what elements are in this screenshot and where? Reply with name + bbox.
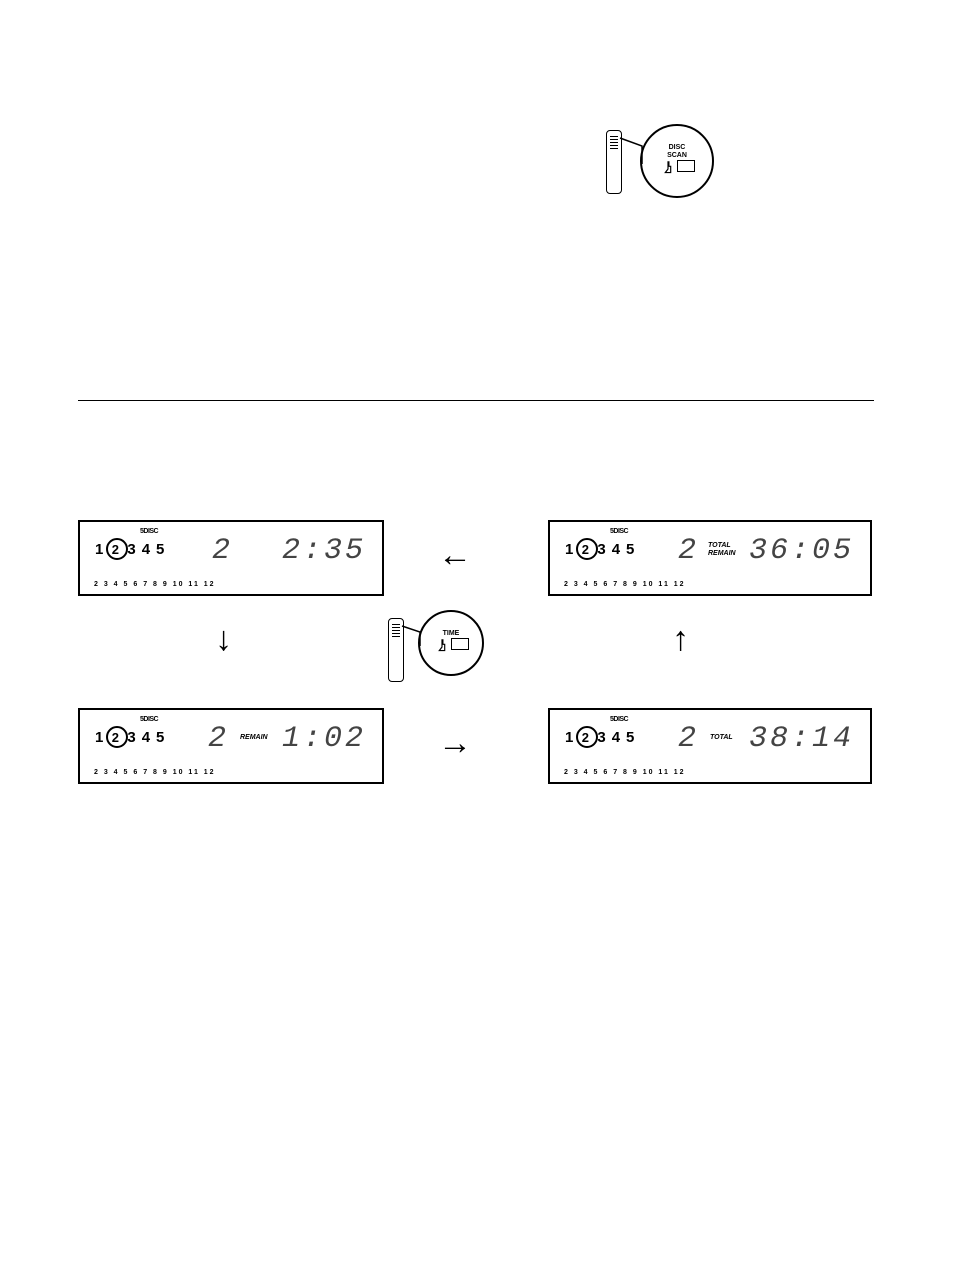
disc-numbers: 1 2 3 4 5 <box>94 726 169 748</box>
divider <box>78 400 874 401</box>
time-label: TIME <box>443 630 460 638</box>
total-remain-time: 36:05 <box>749 534 854 568</box>
elapsed-time: 2:35 <box>282 534 366 568</box>
mode-total: TOTAL <box>710 734 733 742</box>
callout-line-icon <box>618 136 648 166</box>
active-disc: 2 <box>106 538 128 560</box>
total-time: 38:14 <box>749 722 854 756</box>
track-number: 2 <box>212 534 232 568</box>
five-disc-label: 5DISC <box>140 716 158 723</box>
track-number: 2 <box>678 534 698 568</box>
mode-total-remain: TOTAL REMAIN <box>708 542 736 558</box>
disc-numbers: 1 2 3 4 5 <box>94 538 169 560</box>
active-disc: 2 <box>576 726 598 748</box>
callout-line-icon <box>400 624 426 650</box>
five-disc-label: 5DISC <box>140 528 158 535</box>
disc-scan-button[interactable]: DISC SCAN <box>640 124 714 198</box>
track-number: 2 <box>678 722 698 756</box>
active-disc: 2 <box>576 538 598 560</box>
track-number: 2 <box>208 722 228 756</box>
lcd-elapsed: 5DISC 1 2 3 4 5 2 2:35 2 3 4 5 6 7 8 9 1… <box>78 520 384 596</box>
active-disc: 2 <box>106 726 128 748</box>
five-disc-label: 5DISC <box>610 528 628 535</box>
remain-time: 1:02 <box>282 722 366 756</box>
lcd-total: 5DISC 1 2 3 4 5 2 TOTAL 38:14 2 3 4 5 6 … <box>548 708 872 784</box>
button-rect-icon <box>677 160 695 172</box>
track-list: 2 3 4 5 6 7 8 9 10 11 12 <box>564 581 686 588</box>
arrow-down-icon: ↓ <box>215 622 232 656</box>
five-disc-label: 5DISC <box>610 716 628 723</box>
remote-disc-scan: DISC SCAN <box>606 130 622 194</box>
arrow-left-icon: ← <box>438 538 472 572</box>
button-rect-icon <box>451 638 469 650</box>
disc-numbers: 1 2 3 4 5 <box>564 726 639 748</box>
hand-icon <box>433 638 451 656</box>
disc-scan-label: DISC SCAN <box>667 144 687 160</box>
remote-time: TIME <box>388 618 404 682</box>
track-list: 2 3 4 5 6 7 8 9 10 11 12 <box>94 769 216 776</box>
lcd-remain: 5DISC 1 2 3 4 5 2 REMAIN 1:02 2 3 4 5 6 … <box>78 708 384 784</box>
mode-remain: REMAIN <box>240 734 268 742</box>
track-list: 2 3 4 5 6 7 8 9 10 11 12 <box>564 769 686 776</box>
disc-numbers: 1 2 3 4 5 <box>564 538 639 560</box>
time-button[interactable]: TIME <box>418 610 484 676</box>
arrow-up-icon: ↑ <box>672 622 689 656</box>
track-list: 2 3 4 5 6 7 8 9 10 11 12 <box>94 581 216 588</box>
arrow-right-icon: → <box>438 726 472 760</box>
lcd-total-remain: 5DISC 1 2 3 4 5 2 TOTAL REMAIN 36:05 2 3… <box>548 520 872 596</box>
hand-icon <box>659 160 677 178</box>
